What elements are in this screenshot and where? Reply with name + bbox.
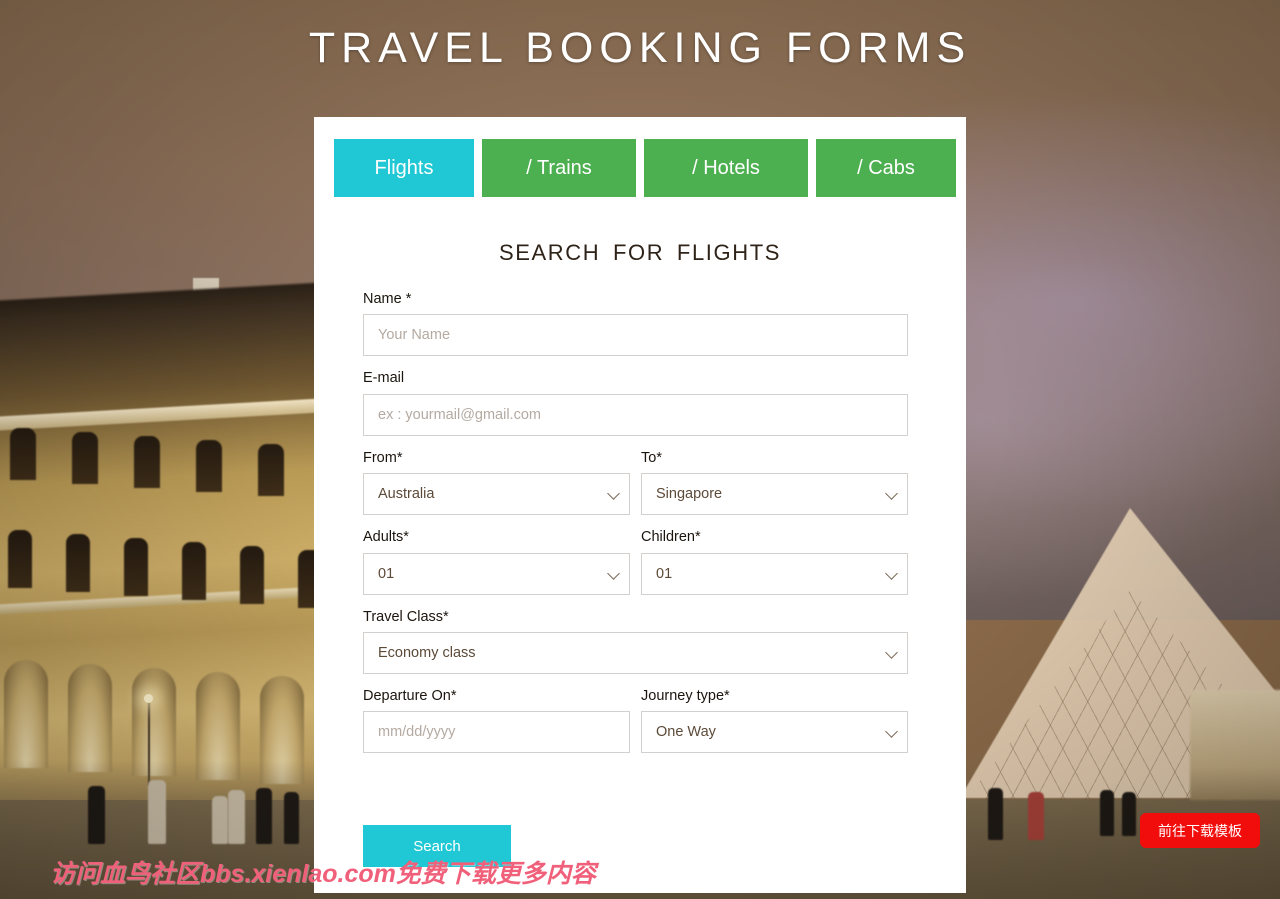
chevron-down-icon: [885, 646, 898, 659]
form-heading: SEARCH FOR FLIGHTS: [498, 240, 782, 265]
search-button[interactable]: Search: [363, 825, 511, 867]
to-label: To*: [641, 449, 662, 466]
page-root: TRAVEL BOOKING FORMS Flights / Trains / …: [0, 0, 1280, 899]
field-journey-type: Journey type* One Way: [641, 687, 908, 754]
form-row-name: Name * Your Name: [363, 291, 908, 357]
children-label: Children*: [641, 529, 701, 546]
name-label: Name *: [363, 291, 412, 307]
background-lamp: [144, 694, 153, 703]
children-select-value: 01: [656, 565, 673, 582]
email-label: E-mail: [363, 370, 405, 387]
background-person: [256, 788, 272, 844]
page-title: TRAVEL BOOKING FORMS: [308, 24, 972, 72]
adults-select[interactable]: 01: [363, 552, 630, 595]
chevron-down-icon: [607, 566, 620, 580]
field-departure: Departure On* mm/dd/yyyy: [363, 687, 630, 754]
field-adults: Adults* 01: [363, 529, 630, 595]
background-person: [1028, 792, 1044, 840]
travel-class-select-value: Economy class: [378, 644, 476, 661]
chevron-down-icon: [607, 487, 620, 501]
tab-trains[interactable]: / Trains: [482, 139, 636, 197]
booking-form-card: Flights / Trains / Hotels / Cabs SEARCH …: [314, 117, 966, 893]
background-window: [72, 432, 98, 484]
field-travel-class: Travel Class* Economy class: [363, 609, 908, 674]
background-person: [212, 796, 228, 844]
adults-label: Adults*: [363, 529, 409, 546]
from-label: From*: [363, 449, 403, 466]
chevron-down-icon: [885, 566, 898, 580]
background-person: [148, 780, 166, 844]
background-person: [284, 792, 299, 844]
background-window: [240, 546, 264, 604]
chevron-down-icon: [885, 487, 898, 501]
from-select-value: Australia: [378, 486, 435, 503]
email-input[interactable]: ex : yourmail@gmail.com: [363, 393, 908, 436]
background-person: [988, 788, 1003, 840]
journey-type-label: Journey type*: [641, 687, 730, 704]
name-input[interactable]: Your Name: [363, 314, 908, 357]
form-row-travel-class: Travel Class* Economy class: [363, 609, 908, 674]
background-window: [258, 444, 284, 496]
background-window: [8, 530, 32, 588]
background-person: [1100, 790, 1114, 836]
tab-cabs[interactable]: / Cabs: [816, 139, 956, 197]
field-name: Name * Your Name: [363, 291, 908, 357]
departure-label: Departure On*: [363, 687, 457, 704]
travel-class-label: Travel Class*: [363, 608, 449, 625]
form-row-from-to: From* Australia To* Singapore: [363, 449, 908, 516]
background-window: [182, 542, 206, 600]
background-window: [66, 534, 90, 592]
background-arch: [68, 664, 112, 772]
chevron-down-icon: [885, 725, 898, 739]
background-window: [10, 428, 36, 480]
to-select-value: Singapore: [656, 486, 723, 503]
background-arch: [4, 660, 48, 768]
background-person: [88, 786, 105, 844]
background-pavilion: [1190, 690, 1280, 800]
to-select[interactable]: Singapore: [641, 473, 908, 516]
background-person: [1122, 792, 1136, 836]
children-select[interactable]: 01: [641, 552, 908, 595]
form-row-departure-journey: Departure On* mm/dd/yyyy Journey type* O…: [363, 687, 908, 754]
departure-date-input[interactable]: mm/dd/yyyy: [363, 711, 630, 754]
tab-flights[interactable]: Flights: [334, 139, 474, 197]
adults-select-value: 01: [378, 565, 395, 582]
journey-type-select[interactable]: One Way: [641, 711, 908, 754]
form-row-adults-children: Adults* 01 Children* 01: [363, 529, 908, 595]
journey-type-select-value: One Way: [656, 724, 716, 741]
field-from: From* Australia: [363, 449, 630, 516]
background-window: [196, 440, 222, 492]
background-person: [228, 790, 245, 844]
form-row-email: E-mail ex : yourmail@gmail.com: [363, 370, 908, 436]
field-email: E-mail ex : yourmail@gmail.com: [363, 370, 908, 436]
background-window: [124, 538, 148, 596]
background-window: [134, 436, 160, 488]
booking-tabs: Flights / Trains / Hotels / Cabs: [334, 139, 956, 197]
tab-hotels[interactable]: / Hotels: [644, 139, 808, 197]
field-to: To* Singapore: [641, 449, 908, 516]
travel-class-select[interactable]: Economy class: [363, 631, 908, 674]
flight-search-form: Name * Your Name E-mail ex : yourmail@gm…: [363, 291, 908, 767]
download-template-badge[interactable]: 前往下载模板: [1140, 813, 1260, 848]
field-children: Children* 01: [641, 529, 908, 595]
from-select[interactable]: Australia: [363, 473, 630, 516]
